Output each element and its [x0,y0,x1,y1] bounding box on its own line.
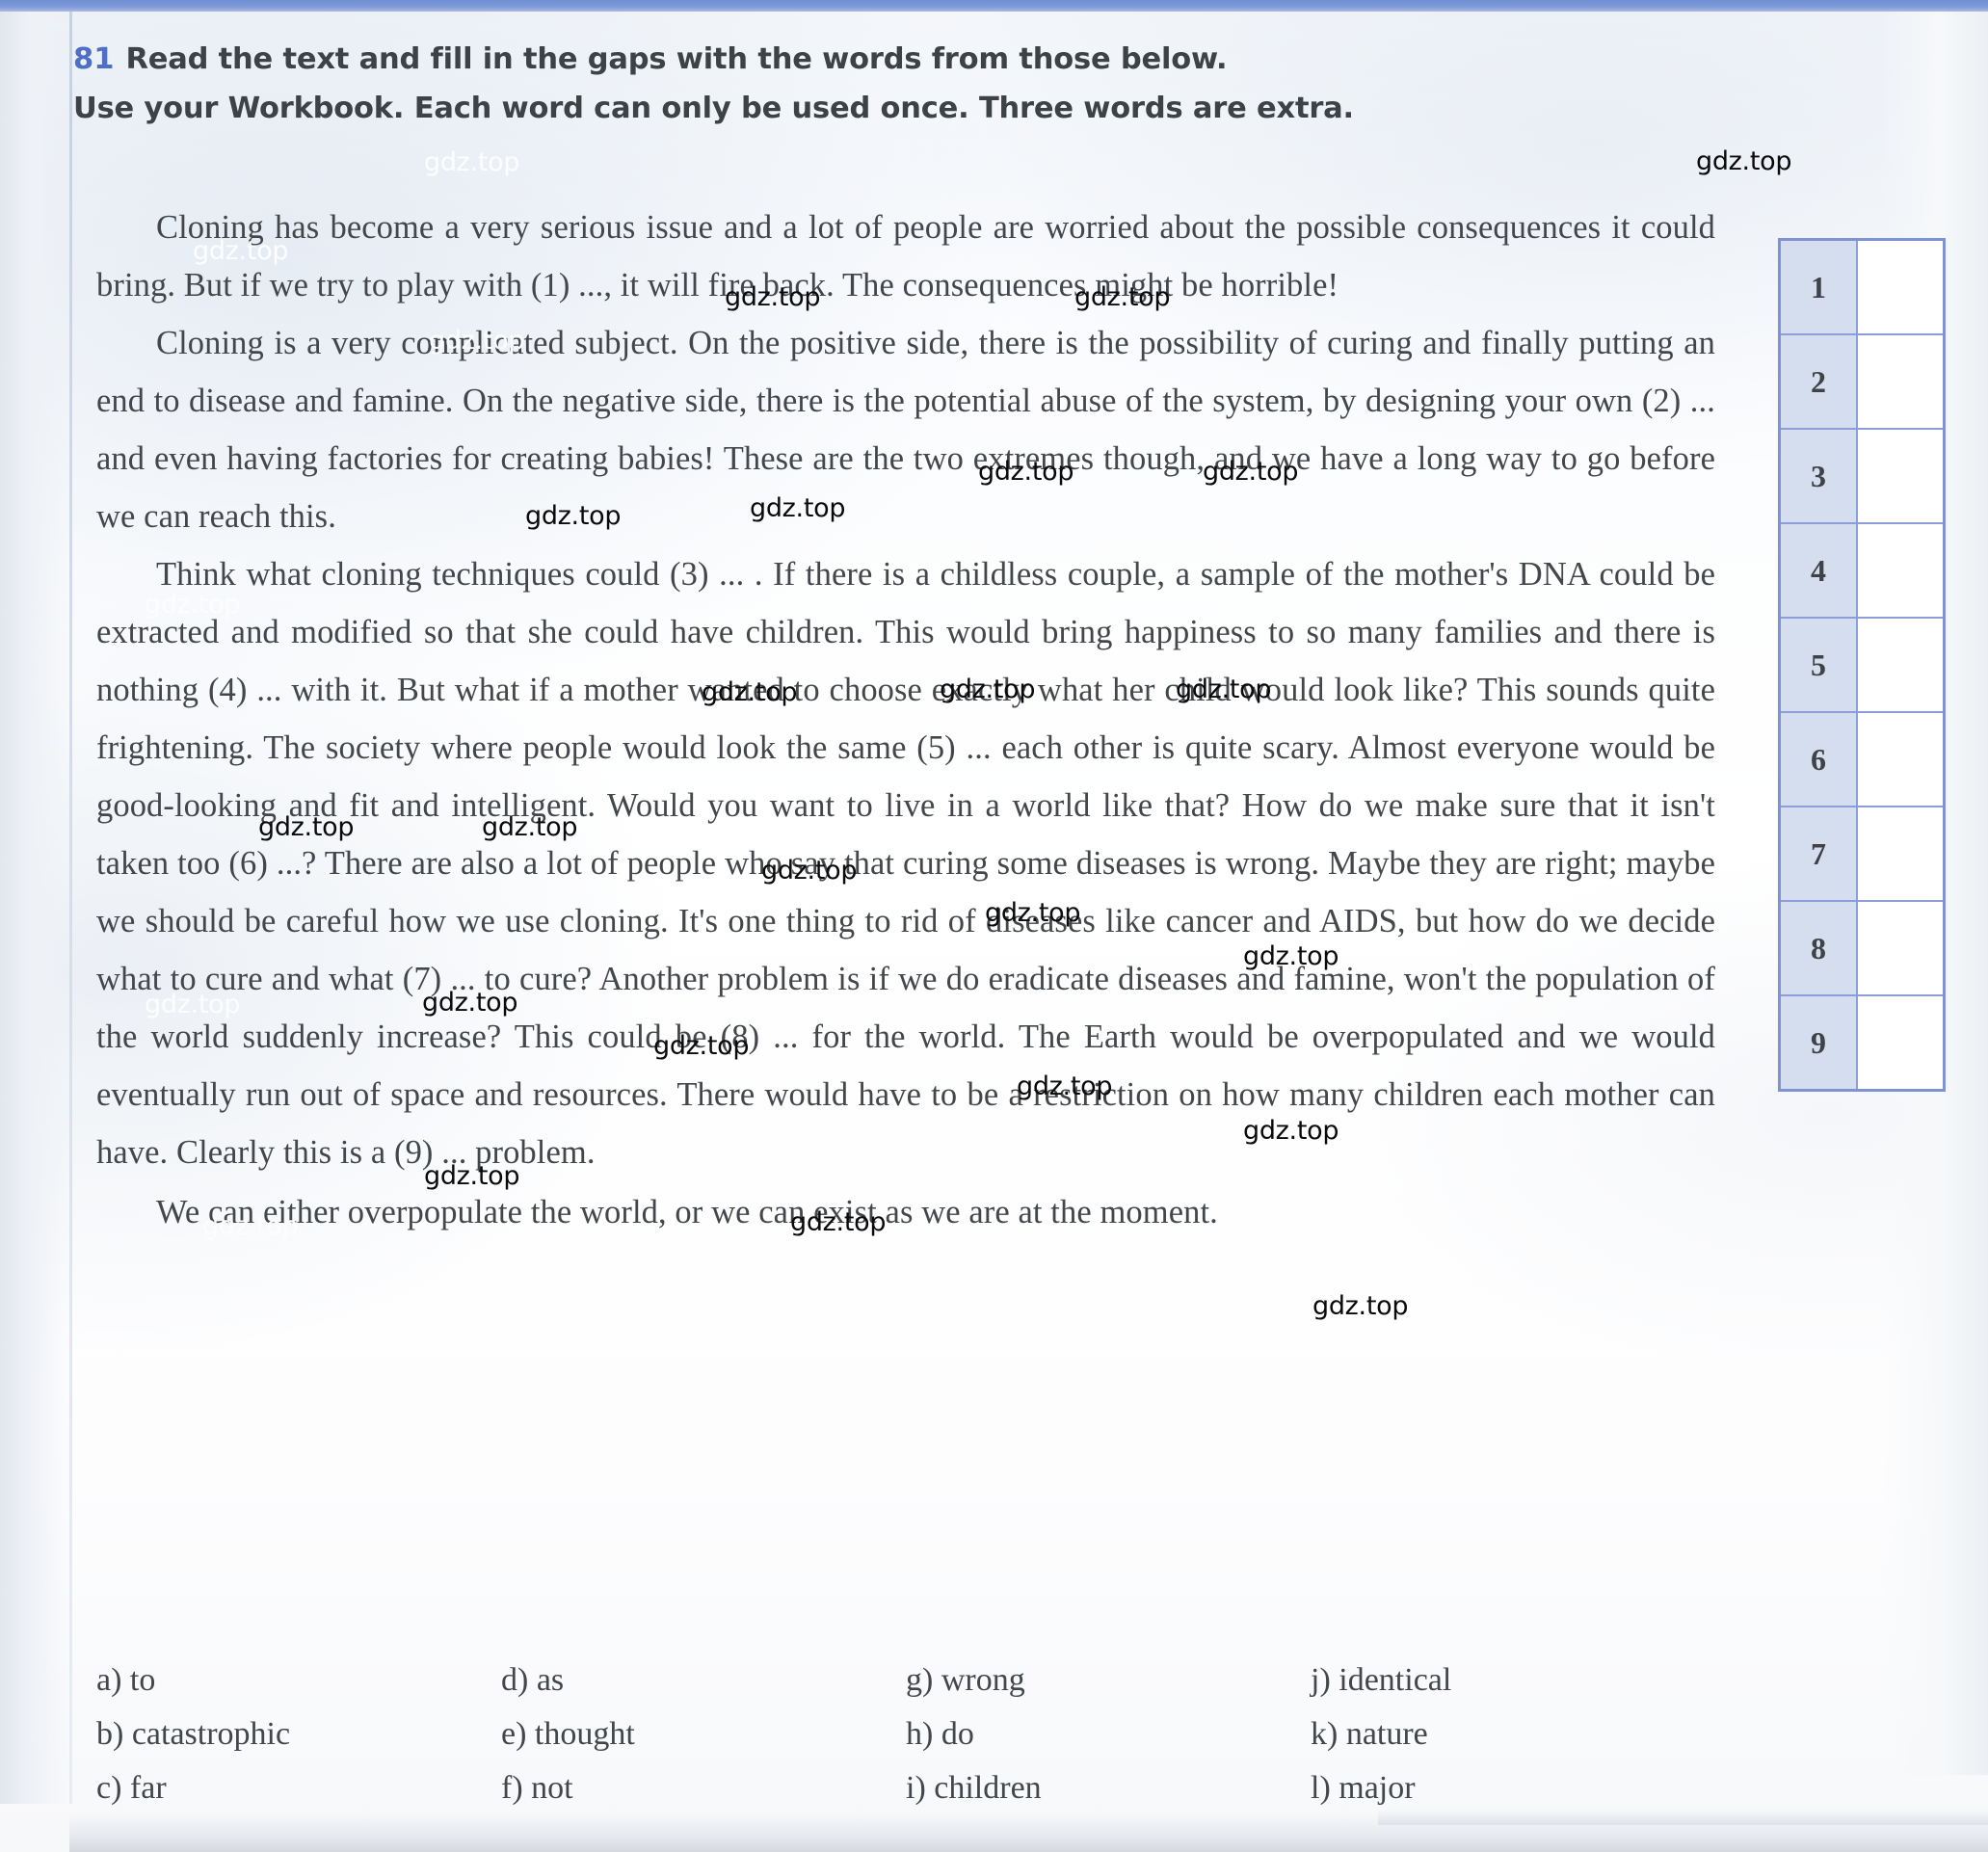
word-bank-option-k: k) nature [1311,1716,1428,1752]
word-bank-option-b: b) catastrophic [96,1716,291,1752]
answer-input-cell-4[interactable] [1858,524,1943,617]
word-bank-column-3: g) wrong h) do i) children [906,1654,1311,1815]
watermark-gdz-top: gdz.top [193,236,289,266]
page-left-scan-edge [0,12,71,1804]
answer-row-number: 6 [1781,713,1858,806]
word-bank-option-e: e) thought [501,1716,635,1752]
word-bank-option-i: i) children [906,1770,1042,1806]
watermark-gdz-top: gdz.top [1312,1291,1409,1321]
watermark-gdz-top: gdz.top [482,812,578,842]
watermark-gdz-top: gdz.top [1017,1072,1113,1101]
answer-grid: 1 2 3 4 5 6 7 8 9 [1778,238,1946,1092]
watermark-gdz-top: gdz.top [145,990,241,1019]
watermark-gdz-top: gdz.top [1243,1116,1339,1146]
answer-input-cell-7[interactable] [1858,807,1943,900]
answer-row-number: 3 [1781,430,1858,522]
watermark-gdz-top: gdz.top [761,856,858,886]
word-bank-column-2: d) as e) thought f) not [501,1654,906,1815]
answer-row-number: 9 [1781,996,1858,1089]
exercise-instruction-line-2: Use your Workbook. Each word can only be… [73,92,1354,125]
answer-grid-row: 6 [1781,713,1943,807]
answer-row-number: 8 [1781,902,1858,994]
watermark-gdz-top: gdz.top [940,675,1036,704]
answer-grid-row: 7 [1781,807,1943,902]
watermark-gdz-top: gdz.top [750,493,846,523]
answer-grid-row: 1 [1781,241,1943,335]
answer-grid-row: 5 [1781,619,1943,713]
answer-grid-row: 3 [1781,430,1943,524]
watermark-gdz-top: gdz.top [790,1207,887,1237]
answer-row-number: 1 [1781,241,1858,333]
answer-grid-row: 9 [1781,996,1943,1089]
answer-row-number: 2 [1781,335,1858,428]
watermark-gdz-top: gdz.top [985,898,1081,928]
answer-input-cell-5[interactable] [1858,619,1943,711]
word-bank-option-h: h) do [906,1716,974,1752]
exercise-number: 81 [73,42,115,76]
watermark-gdz-top: gdz.top [1696,146,1792,176]
watermark-gdz-top: gdz.top [1176,675,1272,704]
answer-input-cell-6[interactable] [1858,713,1943,806]
watermark-gdz-top: gdz.top [424,147,520,177]
answer-grid-row: 2 [1781,335,1943,430]
answer-input-cell-1[interactable] [1858,241,1943,333]
exercise-heading: 81 Read the text and fill in the gaps wit… [73,35,1471,133]
watermark-gdz-top: gdz.top [702,677,798,707]
word-bank-option-c: c) far [96,1770,167,1806]
word-bank-option-l: l) major [1311,1770,1416,1806]
answer-row-number: 7 [1781,807,1858,900]
passage-paragraph-2: Cloning is a very complicated subject. O… [96,325,1715,535]
word-bank-column-4: j) identical k) nature l) major [1311,1654,1715,1815]
answer-input-cell-9[interactable] [1858,996,1943,1089]
watermark-gdz-top: gdz.top [1203,457,1299,487]
passage-paragraph-1: Cloning has become a very serious issue … [96,209,1715,304]
word-bank-option-f: f) not [501,1770,573,1806]
passage-paragraph-3: Think what cloning techniques could (3) … [96,556,1715,1171]
answer-row-number: 4 [1781,524,1858,617]
watermark-gdz-top: gdz.top [525,501,622,531]
watermark-gdz-top: gdz.top [653,1031,750,1061]
answer-grid-row: 8 [1781,902,1943,996]
page-top-blue-bar [0,0,1988,12]
watermark-gdz-top: gdz.top [145,590,241,620]
watermark-gdz-top: gdz.top [422,988,518,1018]
exercise-instruction-line-1: Read the text and fill in the gaps with … [125,42,1228,76]
passage-paragraph-4: We can either overpopulate the world, or… [156,1194,1218,1230]
watermark-gdz-top: gdz.top [725,282,821,312]
answer-input-cell-8[interactable] [1858,902,1943,994]
answer-row-number: 5 [1781,619,1858,711]
watermark-gdz-top: gdz.top [429,326,525,356]
word-bank-option-g: g) wrong [906,1662,1025,1698]
word-bank-column-1: a) to b) catastrophic c) far [96,1654,501,1815]
watermark-gdz-top: gdz.top [1074,282,1171,312]
page-left-fold-line [69,12,72,1804]
watermark-gdz-top: gdz.top [202,1211,299,1241]
reading-passage: Cloning has become a very serious issue … [96,198,1715,1241]
answer-input-cell-3[interactable] [1858,430,1943,522]
watermark-gdz-top: gdz.top [1243,941,1339,971]
watermark-gdz-top: gdz.top [258,812,355,842]
watermark-gdz-top: gdz.top [978,457,1074,487]
word-bank-option-a: a) to [96,1662,156,1698]
word-bank-option-d: d) as [501,1662,565,1698]
word-bank-option-j: j) identical [1311,1662,1452,1698]
textbook-page: 81 Read the text and fill in the gaps wit… [0,0,1988,1852]
word-bank: a) to b) catastrophic c) far d) as e) th… [96,1654,1715,1815]
answer-grid-row: 4 [1781,524,1943,619]
answer-input-cell-2[interactable] [1858,335,1943,428]
watermark-gdz-top: gdz.top [424,1161,520,1191]
